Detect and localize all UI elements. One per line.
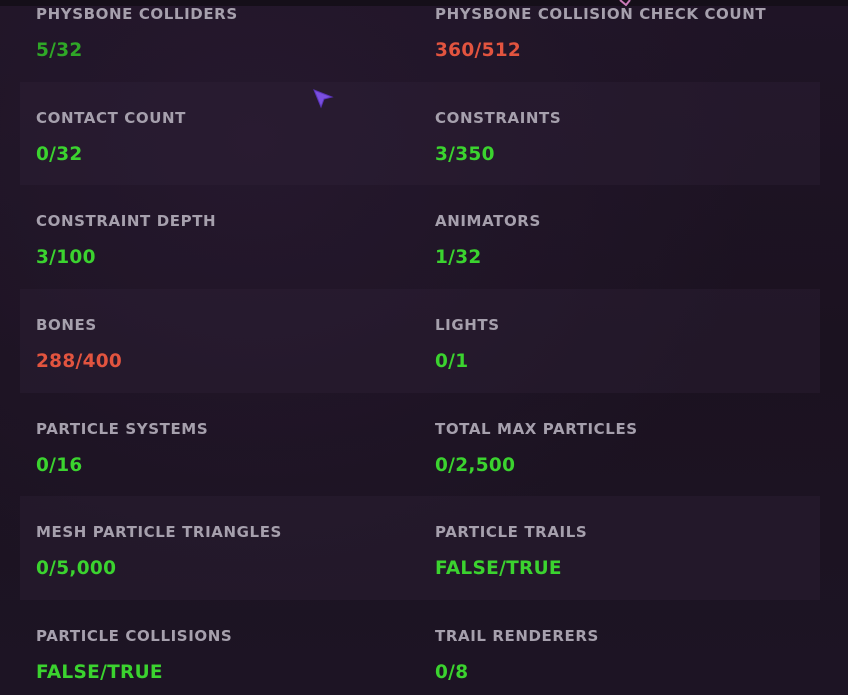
stat-value: 0/32 <box>36 143 83 165</box>
stat-label: PARTICLE SYSTEMS <box>36 419 209 438</box>
stat-lights: LIGHTS 0/1 <box>419 289 818 393</box>
stats-row: CONSTRAINT DEPTH 3/100 ANIMATORS 1/32 <box>20 185 820 289</box>
stats-row: CONTACT COUNT 0/32 CONSTRAINTS 3/350 <box>20 81 820 186</box>
stat-label: BONES <box>36 316 97 335</box>
stat-value: 3/350 <box>435 143 495 165</box>
stat-value: 0/8 <box>435 662 469 684</box>
stat-physbone-colliders: PHYSBONE COLLIDERS 5/32 <box>20 0 419 82</box>
stat-label: TOTAL MAX PARTICLES <box>435 419 638 438</box>
stat-value: 5/32 <box>36 40 83 61</box>
stat-value: FALSE/TRUE <box>435 558 562 580</box>
stat-value: FALSE/TRUE <box>36 662 163 684</box>
stat-label: MESH PARTICLE TRIANGLES <box>36 523 282 542</box>
mouse-pointer-icon <box>313 89 334 109</box>
stat-contact-count: CONTACT COUNT 0/32 <box>20 82 419 186</box>
stat-value: 288/400 <box>36 351 123 373</box>
stat-constraint-depth: CONSTRAINT DEPTH 3/100 <box>20 185 419 289</box>
stat-mesh-particle-triangles: MESH PARTICLE TRIANGLES 0/5,000 <box>20 496 419 600</box>
stat-label: ANIMATORS <box>435 212 541 231</box>
stat-total-max-particles: TOTAL MAX PARTICLES 0/2,500 <box>419 393 818 497</box>
stats-row: MESH PARTICLE TRIANGLES 0/5,000 PARTICLE… <box>20 496 820 601</box>
stat-particle-trails: PARTICLE TRAILS FALSE/TRUE <box>419 496 818 600</box>
stat-bones: BONES 288/400 <box>20 289 419 393</box>
stat-label: PHYSBONE COLLISION CHECK COUNT <box>435 5 767 23</box>
stats-row: PHYSBONE COLLIDERS 5/32 PHYSBONE COLLISI… <box>20 0 820 82</box>
stat-value: 1/32 <box>435 247 482 269</box>
stats-row: PARTICLE SYSTEMS 0/16 TOTAL MAX PARTICLE… <box>20 393 820 497</box>
stats-row: BONES 288/400 LIGHTS 0/1 <box>20 289 820 393</box>
stat-label: LIGHTS <box>435 316 500 335</box>
performance-stats-grid: PHYSBONE COLLIDERS 5/32 PHYSBONE COLLISI… <box>20 0 820 695</box>
stat-value: 360/512 <box>435 40 522 61</box>
stat-label: PARTICLE COLLISIONS <box>36 627 233 646</box>
stat-value: 0/16 <box>36 454 83 476</box>
stat-constraints: CONSTRAINTS 3/350 <box>419 82 818 186</box>
stat-label: CONSTRAINTS <box>435 108 562 127</box>
stat-label: PARTICLE TRAILS <box>435 523 588 542</box>
stat-animators: ANIMATORS 1/32 <box>419 185 818 289</box>
stat-label: CONTACT COUNT <box>36 108 186 127</box>
stat-label: PHYSBONE COLLIDERS <box>36 5 238 23</box>
stats-row: PARTICLE COLLISIONS FALSE/TRUE TRAIL REN… <box>20 600 820 695</box>
stat-value: 3/100 <box>36 247 96 269</box>
stat-particle-collisions: PARTICLE COLLISIONS FALSE/TRUE <box>20 600 419 695</box>
stat-label: TRAIL RENDERERS <box>435 627 599 646</box>
stat-label: CONSTRAINT DEPTH <box>36 212 217 231</box>
stat-physbone-collision-check-count: PHYSBONE COLLISION CHECK COUNT 360/512 <box>419 0 818 82</box>
stat-value: 0/2,500 <box>435 454 516 476</box>
stat-trail-renderers: TRAIL RENDERERS 0/8 <box>419 600 818 695</box>
stat-particle-systems: PARTICLE SYSTEMS 0/16 <box>20 393 419 497</box>
stat-value: 0/1 <box>435 351 469 373</box>
stat-value: 0/5,000 <box>36 558 117 580</box>
